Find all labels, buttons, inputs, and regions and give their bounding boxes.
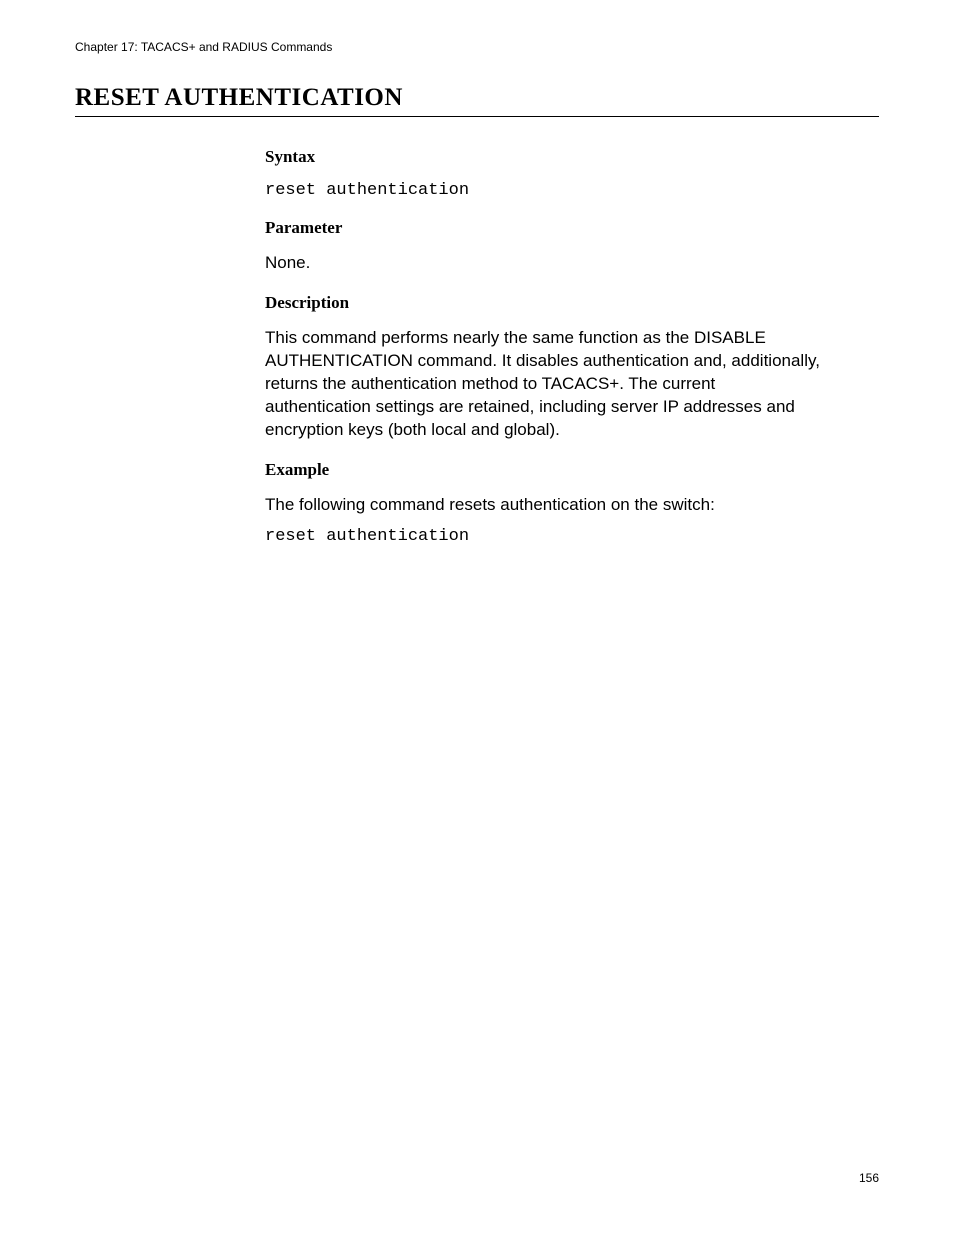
example-code: reset authentication bbox=[265, 527, 825, 546]
content-body: Syntax reset authentication Parameter No… bbox=[265, 147, 825, 546]
description-text: This command performs nearly the same fu… bbox=[265, 327, 825, 442]
parameter-text: None. bbox=[265, 252, 825, 275]
syntax-code: reset authentication bbox=[265, 181, 825, 200]
chapter-label: Chapter 17: TACACS+ and RADIUS Commands bbox=[75, 40, 332, 54]
description-heading: Description bbox=[265, 293, 825, 313]
page-title: RESET AUTHENTICATION bbox=[75, 84, 879, 117]
example-text: The following command resets authenticat… bbox=[265, 494, 825, 517]
syntax-heading: Syntax bbox=[265, 147, 825, 167]
example-heading: Example bbox=[265, 460, 825, 480]
parameter-heading: Parameter bbox=[265, 218, 825, 238]
page-number: 156 bbox=[859, 1171, 879, 1185]
page-header: Chapter 17: TACACS+ and RADIUS Commands bbox=[75, 40, 879, 54]
